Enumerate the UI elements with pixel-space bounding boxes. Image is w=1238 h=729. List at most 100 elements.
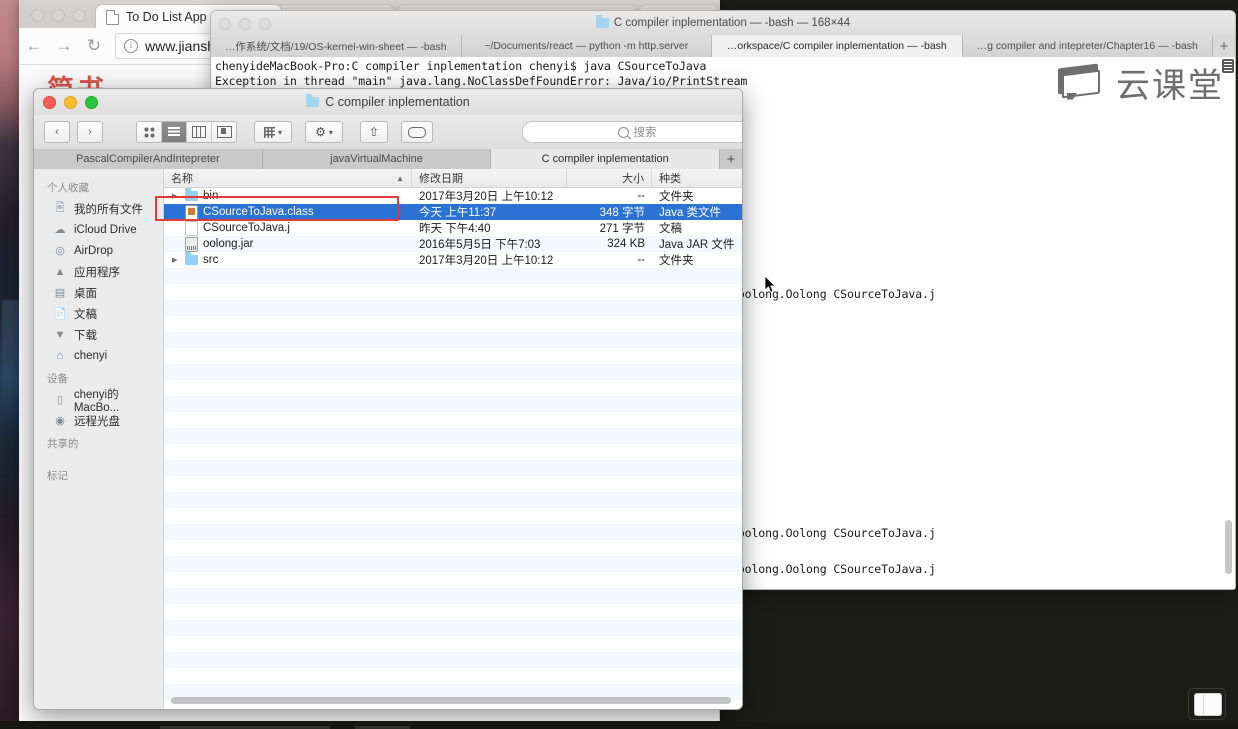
file-date-cell: 2016年5月5日 下午7:03 (412, 236, 567, 252)
sidebar-item-label: 下载 (74, 327, 97, 343)
share-icon: ⇧ (369, 126, 379, 138)
finder-action-button[interactable]: ⚙▾ (305, 121, 343, 143)
table-row[interactable]: ▶ oolong.jar 2016年5月5日 下午7:03 324 KB Jav… (164, 236, 742, 252)
terminal-new-tab-button[interactable]: + (1213, 35, 1235, 57)
browser-close-button[interactable] (31, 9, 44, 22)
terminal-scrollbar-thumb[interactable] (1225, 520, 1232, 574)
finder-back-button[interactable]: ‹ (44, 121, 70, 143)
file-date-cell: 昨天 下午4:40 (412, 220, 567, 236)
column-view-button[interactable] (187, 122, 212, 142)
terminal-tab-3[interactable]: …g compiler and intepreter/Chapter16 — -… (963, 35, 1214, 57)
desktop-icon: ▤ (53, 286, 67, 300)
bottom-strip (0, 721, 1238, 729)
sidebar-item-all-files[interactable]: 🖹 我的所有文件 (34, 198, 163, 219)
file-list-empty-row (164, 524, 742, 540)
sidebar-group-shared: 共享的 (34, 431, 163, 454)
all-files-icon: 🖹 (53, 202, 67, 216)
finder-tag-button[interactable] (401, 121, 433, 143)
file-kind-cell: 文稿 (652, 220, 742, 236)
file-size-cell: 324 KB (567, 236, 652, 252)
finder-view-switcher[interactable] (136, 121, 237, 143)
file-list-empty-area[interactable] (164, 268, 742, 710)
sidebar-item-airdrop[interactable]: ◎ AirDrop (34, 240, 163, 261)
browser-maximize-button[interactable] (73, 9, 86, 22)
column-header-date[interactable]: 修改日期 (412, 169, 567, 187)
cloud-icon: ☁ (53, 223, 67, 237)
list-view-button[interactable] (162, 122, 187, 142)
coverflow-view-button[interactable] (212, 122, 236, 142)
finder-window[interactable]: C compiler inplementation ‹ › ▾ ⚙▾ ⇧ 搜索 (33, 88, 743, 710)
terminal-window-controls[interactable] (219, 18, 271, 30)
sidebar-item-applications[interactable]: ▲ 应用程序 (34, 261, 163, 282)
applications-icon: ▲ (53, 265, 67, 279)
finder-search-input[interactable]: 搜索 (522, 121, 743, 143)
sidebar-item-downloads[interactable]: ▼ 下载 (34, 324, 163, 345)
table-row[interactable]: ▶ CSourceToJava.class 今天 上午11:37 348 字节 … (164, 204, 742, 220)
terminal-fragment-2: .oolong.Oolong CSourceToJava.j (731, 562, 936, 576)
reload-icon[interactable]: ↻ (79, 31, 109, 61)
sidebar-item-documents[interactable]: 📄 文稿 (34, 303, 163, 324)
class-file-icon (185, 205, 198, 220)
documents-icon: 📄 (53, 307, 67, 321)
terminal-titlebar: C compiler inplementation — -bash — 168×… (211, 11, 1235, 36)
sidebar-item-macbook[interactable]: ▯ chenyi的MacBo... (34, 389, 163, 410)
terminal-close-button[interactable] (219, 18, 231, 30)
finder-file-list[interactable]: 名称 ▲ 修改日期 大小 种类 ▶ bin 2017年3月20日 上午10:12… (164, 169, 742, 709)
sidebar-item-home[interactable]: ⌂ chenyi (34, 345, 163, 366)
finder-minimize-button[interactable] (64, 96, 77, 109)
back-arrow-icon[interactable]: ← (19, 31, 49, 61)
disclosure-triangle-icon[interactable]: ▶ (172, 192, 180, 200)
file-date-cell: 2017年3月20日 上午10:12 (412, 252, 567, 268)
finder-close-button[interactable] (43, 96, 56, 109)
terminal-maximize-button[interactable] (259, 18, 271, 30)
file-list-empty-row (164, 492, 742, 508)
coverflow-icon (217, 126, 232, 138)
sidebar-item-label: iCloud Drive (74, 224, 137, 236)
file-name: src (203, 254, 218, 266)
arrange-grid-icon (264, 127, 275, 138)
tag-icon (408, 127, 426, 138)
finder-arrange-button[interactable]: ▾ (254, 121, 292, 143)
column-header-kind[interactable]: 种类 (652, 169, 742, 187)
document-icon (185, 221, 198, 236)
table-row[interactable]: ▶ bin 2017年3月20日 上午10:12 -- 文件夹 (164, 188, 742, 204)
dock-item[interactable] (1194, 693, 1222, 716)
column-header-name[interactable]: 名称 ▲ (164, 169, 412, 187)
finder-tab-0[interactable]: PascalCompilerAndIntepreter (34, 149, 263, 169)
forward-arrow-icon[interactable]: → (49, 31, 79, 61)
sidebar-item-label: 我的所有文件 (74, 201, 143, 217)
terminal-tab-1[interactable]: ~/Documents/react — python -m http.serve… (462, 35, 713, 57)
search-icon (618, 127, 629, 138)
file-list-empty-row (164, 460, 742, 476)
page-icon (106, 10, 119, 25)
browser-window-controls[interactable] (31, 9, 86, 22)
finder-bottom-bar (34, 695, 742, 709)
browser-minimize-button[interactable] (52, 9, 65, 22)
home-icon: ⌂ (53, 349, 67, 363)
finder-tab-1[interactable]: javaVirtualMachine (263, 149, 492, 169)
sidebar-item-label: 远程光盘 (74, 413, 120, 429)
terminal-minimize-button[interactable] (239, 18, 251, 30)
file-kind-cell: 文件夹 (652, 252, 742, 268)
sidebar-item-desktop[interactable]: ▤ 桌面 (34, 282, 163, 303)
brand-text: 云课堂 (1116, 58, 1224, 107)
column-header-size[interactable]: 大小 (567, 169, 652, 187)
icon-view-button[interactable] (137, 122, 162, 142)
info-icon[interactable]: i (124, 39, 138, 53)
disclosure-triangle-icon[interactable]: ▶ (172, 256, 180, 264)
finder-tab-2[interactable]: C compiler inplementation (491, 149, 720, 169)
finder-window-controls[interactable] (43, 96, 98, 109)
finder-maximize-button[interactable] (85, 96, 98, 109)
folder-icon (306, 97, 319, 107)
table-row[interactable]: ▶ src 2017年3月20日 上午10:12 -- 文件夹 (164, 252, 742, 268)
finder-new-tab-button[interactable]: + (720, 149, 742, 169)
terminal-tab-0[interactable]: …作系统/文档/19/OS-kernel-win-sheet — -bash (211, 35, 462, 57)
table-row[interactable]: ▶ CSourceToJava.j 昨天 下午4:40 271 字节 文稿 (164, 220, 742, 236)
column-header-name-label: 名称 (171, 170, 193, 186)
terminal-tab-2[interactable]: …orkspace/C compiler inplementation — -b… (712, 35, 963, 57)
sidebar-item-icloud-drive[interactable]: ☁ iCloud Drive (34, 219, 163, 240)
finder-forward-button[interactable]: › (77, 121, 103, 143)
finder-share-button[interactable]: ⇧ (360, 121, 388, 143)
jar-file-icon (185, 237, 198, 252)
finder-toolbar: ‹ › ▾ ⚙▾ ⇧ 搜索 (34, 115, 743, 150)
